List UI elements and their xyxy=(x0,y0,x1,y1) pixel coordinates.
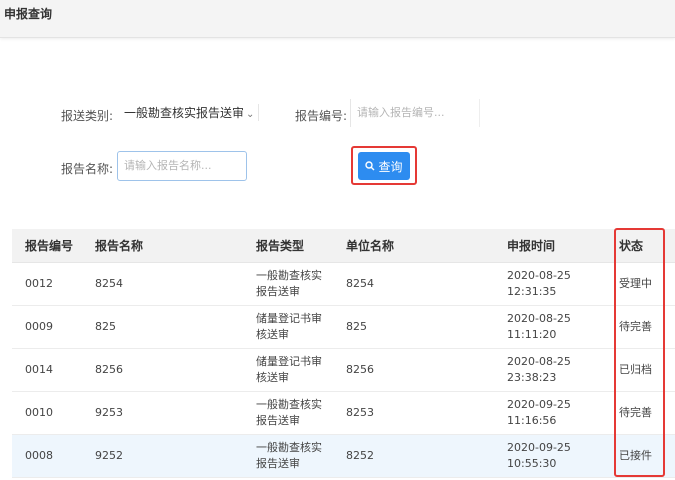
cell-submit-time: 2020-08-25 12:31:35 xyxy=(507,262,619,306)
report-no-input[interactable]: 请输入报告编号... xyxy=(350,99,480,127)
cell-report-name: 9252 xyxy=(95,434,256,478)
cell-report-type-line1: 一般勘查核实 xyxy=(256,440,322,454)
report-type-label: 报送类别: xyxy=(61,109,114,123)
page-header: 申报查询 xyxy=(0,0,675,38)
cell-report-name: 9253 xyxy=(95,391,256,435)
table-row[interactable]: 0012 8254 一般勘查核实 报告送审 8254 2020-08-25 12:… xyxy=(12,262,675,306)
report-no-label: 报告编号: xyxy=(295,109,348,123)
cell-report-name: 8254 xyxy=(95,262,256,306)
cell-report-type-line2: 报告送审 xyxy=(256,284,300,298)
cell-report-type-line1: 储量登记书审 xyxy=(256,354,322,368)
page-title: 申报查询 xyxy=(4,7,53,21)
cell-report-type: 一般勘查核实 报告送审 xyxy=(256,434,346,478)
cell-report-type-line1: 储量登记书审 xyxy=(256,311,322,325)
cell-report-type-line1: 一般勘查核实 xyxy=(256,397,322,411)
cell-report-type: 储量登记书审 核送审 xyxy=(256,305,346,349)
cell-submit-time: 2020-09-25 11:16:56 xyxy=(507,391,619,435)
cell-report-type: 一般勘查核实 报告送审 xyxy=(256,262,346,306)
report-name-placeholder: 请输入报告名称... xyxy=(124,159,212,172)
col-header-report-no: 报告编号 xyxy=(12,229,95,263)
chevron-down-icon: ⌄ xyxy=(246,109,255,120)
report-no-placeholder: 请输入报告编号... xyxy=(357,106,445,119)
report-name-label: 报告名称: xyxy=(61,162,114,176)
col-header-report-name: 报告名称 xyxy=(95,229,256,263)
report-type-select[interactable]: 一般勘查核实报告送审 ⌄ xyxy=(124,104,260,121)
table-row[interactable]: 0008 9252 一般勘查核实 报告送审 8252 2020-09-25 10:… xyxy=(12,434,675,478)
cell-report-no: 0009 xyxy=(12,305,95,349)
cell-report-no: 0008 xyxy=(12,434,95,478)
report-table: 报告编号 报告名称 报告类型 单位名称 申报时间 状态 0012 8254 一般… xyxy=(12,229,675,478)
table-row[interactable]: 0010 9253 一般勘查核实 报告送审 8253 2020-09-25 11:… xyxy=(12,391,675,435)
cell-unit-name: 8252 xyxy=(346,434,507,478)
cell-report-no: 0012 xyxy=(12,262,95,306)
cell-report-no: 0010 xyxy=(12,391,95,435)
cell-submit-time: 2020-08-25 23:38:23 xyxy=(507,348,619,392)
query-button[interactable]: 查询 xyxy=(358,152,410,180)
cell-submit-time: 2020-08-25 11:11:20 xyxy=(507,305,619,349)
cell-report-type-line2: 报告送审 xyxy=(256,456,300,470)
cell-submit-time: 2020-09-25 10:55:30 xyxy=(507,434,619,478)
cell-report-type-line1: 一般勘查核实 xyxy=(256,268,322,282)
cell-report-type-line2: 报告送审 xyxy=(256,413,300,427)
cell-report-no: 0014 xyxy=(12,348,95,392)
table-row[interactable]: 0014 8256 储量登记书审 核送审 8256 2020-08-25 23:3… xyxy=(12,348,675,392)
cell-report-type: 一般勘查核实 报告送审 xyxy=(256,391,346,435)
cell-unit-name: 8253 xyxy=(346,391,507,435)
cell-unit-name: 8254 xyxy=(346,262,507,306)
cell-unit-name: 825 xyxy=(346,305,507,349)
report-name-input[interactable]: 请输入报告名称... xyxy=(117,151,247,181)
cell-report-type: 储量登记书审 核送审 xyxy=(256,348,346,392)
col-header-submit-time: 申报时间 xyxy=(507,229,619,263)
table-header-row: 报告编号 报告名称 报告类型 单位名称 申报时间 状态 xyxy=(12,229,675,263)
report-type-value: 一般勘查核实报告送审 xyxy=(124,106,245,120)
col-header-unit-name: 单位名称 xyxy=(346,229,507,263)
cell-report-type-line2: 核送审 xyxy=(256,370,289,384)
cell-report-name: 825 xyxy=(95,305,256,349)
cell-report-type-line2: 核送审 xyxy=(256,327,289,341)
search-icon xyxy=(365,161,375,171)
cell-unit-name: 8256 xyxy=(346,348,507,392)
table-row[interactable]: 0009 825 储量登记书审 核送审 825 2020-08-25 11:11:… xyxy=(12,305,675,349)
status-column-highlight xyxy=(614,228,665,477)
cell-report-name: 8256 xyxy=(95,348,256,392)
col-header-report-type: 报告类型 xyxy=(256,229,346,263)
query-button-label: 查询 xyxy=(378,159,403,174)
